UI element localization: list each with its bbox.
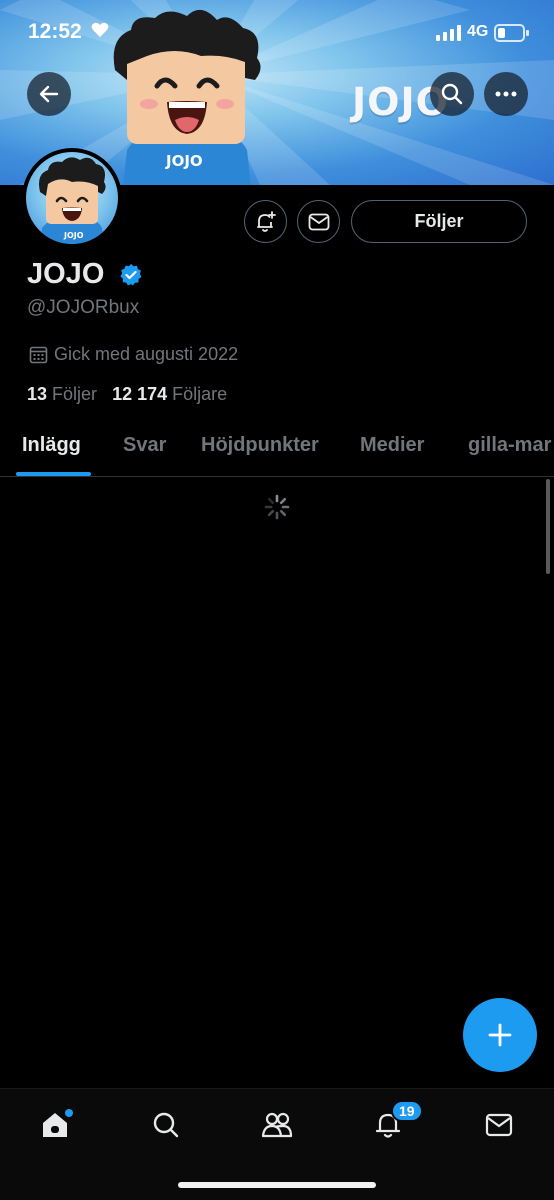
search-icon — [153, 1112, 179, 1138]
display-name: JOJO — [27, 258, 105, 290]
calendar-icon — [29, 346, 48, 364]
join-date-text: Gick med augusti 2022 — [54, 344, 239, 364]
avatar-character: JOJO — [39, 157, 106, 244]
network-type: 4G — [467, 23, 489, 40]
tab-likes[interactable]: gilla-mar — [468, 434, 551, 457]
tab-media[interactable]: Medier — [360, 434, 424, 457]
more-dots-icon — [495, 91, 517, 97]
mail-icon — [485, 1113, 513, 1137]
nav-communities[interactable] — [257, 1105, 297, 1145]
arrow-left-icon — [39, 85, 59, 103]
envelope-icon — [308, 213, 329, 230]
signal-icon — [436, 25, 461, 41]
nav-home[interactable] — [35, 1105, 75, 1145]
more-options-button[interactable] — [484, 72, 528, 116]
following-label: Följer — [52, 384, 98, 404]
profile-tabs: Inlägg Svar Höjdpunkter Medier gilla-mar — [0, 422, 554, 477]
compose-post-button[interactable] — [463, 998, 537, 1072]
following-count: 13 — [27, 384, 48, 404]
nav-messages[interactable] — [479, 1105, 519, 1145]
verified-badge-icon[interactable] — [119, 263, 143, 287]
shirt-logo: JOJO — [166, 152, 203, 170]
following-link[interactable]: 13 Följer — [27, 384, 102, 404]
notification-count-badge: 19 — [391, 1100, 423, 1122]
home-indicator — [178, 1182, 376, 1188]
follow-stats: 13 Följer 12 174 Följare — [27, 384, 227, 405]
scrollbar[interactable] — [546, 479, 550, 574]
plus-icon — [488, 1023, 512, 1047]
bell-plus-icon — [256, 210, 276, 232]
loading-spinner-icon — [264, 494, 290, 520]
home-unread-dot — [65, 1109, 73, 1117]
followers-label: Följare — [172, 384, 228, 404]
followers-link[interactable]: 12 174 Följare — [112, 384, 227, 404]
nav-search[interactable] — [146, 1105, 186, 1145]
back-button[interactable] — [27, 72, 71, 116]
heart-icon — [91, 22, 109, 37]
active-tab-indicator — [16, 472, 91, 476]
battery-icon — [494, 24, 529, 42]
search-icon — [441, 83, 463, 105]
notifications-subscribe-button[interactable] — [244, 200, 287, 243]
communities-icon — [261, 1112, 293, 1138]
tab-replies[interactable]: Svar — [123, 434, 166, 457]
tab-highlights[interactable]: Höjdpunkter — [201, 434, 319, 457]
status-bar: 12:52 4G — [0, 0, 554, 66]
followers-count: 12 174 — [112, 384, 168, 404]
following-button[interactable]: Följer — [351, 200, 527, 243]
message-button[interactable] — [297, 200, 340, 243]
join-date: Gick med augusti 2022 — [29, 344, 238, 365]
profile-avatar[interactable]: JOJO — [22, 148, 122, 248]
user-handle: @JOJORbux — [27, 297, 140, 318]
svg-text:JOJO: JOJO — [63, 231, 84, 240]
search-button[interactable] — [430, 72, 474, 116]
tab-posts[interactable]: Inlägg — [22, 434, 81, 457]
status-time: 12:52 — [28, 20, 82, 43]
